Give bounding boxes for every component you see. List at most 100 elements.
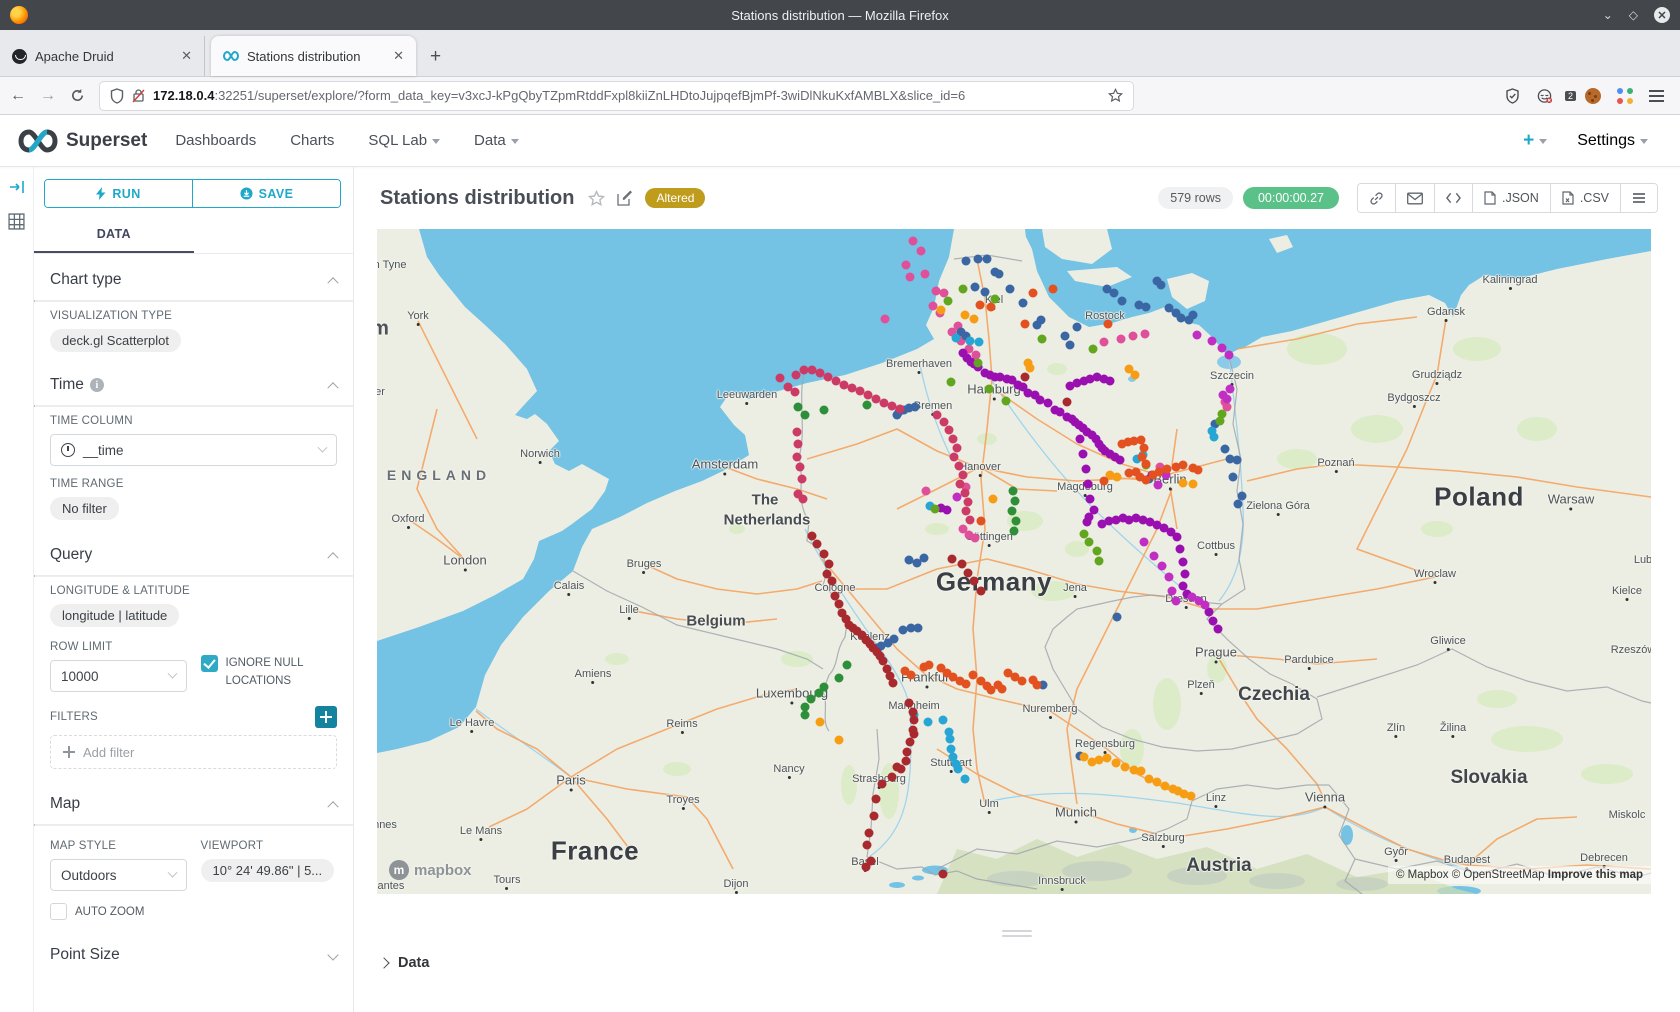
window-maximize-icon[interactable]: ◇ [1629,9,1638,21]
station-dot[interactable] [1100,477,1109,486]
station-dot[interactable] [1084,480,1093,489]
station-dot[interactable] [989,495,998,504]
station-dot[interactable] [952,334,961,343]
station-dot[interactable] [924,718,933,727]
station-dot[interactable] [913,559,922,568]
station-dot[interactable] [922,487,931,496]
station-dot[interactable] [1179,479,1188,488]
station-dot[interactable] [870,812,879,821]
station-dot[interactable] [1216,417,1225,426]
station-dot[interactable] [1083,518,1092,527]
lonlat-pill[interactable]: longitude | latitude [50,604,179,627]
station-dot[interactable] [945,426,954,435]
station-dot[interactable] [1033,681,1042,690]
station-dot[interactable] [843,661,852,670]
station-dot[interactable] [956,480,965,489]
window-minimize-icon[interactable]: ⌄ [1603,9,1613,21]
shield-permissions-icon[interactable] [110,88,124,104]
station-dot[interactable] [1131,371,1140,380]
station-dot[interactable] [971,283,980,292]
add-filter-plus-button[interactable] [315,706,337,728]
station-dot[interactable] [971,534,980,543]
station-dot[interactable] [944,297,953,306]
station-dot[interactable] [1226,385,1235,394]
station-dot[interactable] [889,679,898,688]
station-dot[interactable] [888,773,897,782]
station-dot[interactable] [958,560,967,569]
station-dot[interactable] [1061,332,1070,341]
station-dot[interactable] [943,506,952,515]
station-dot[interactable] [1110,289,1119,298]
improve-map-link[interactable]: Improve this map [1548,869,1643,881]
station-dot[interactable] [1112,759,1121,768]
station-dot[interactable] [1010,527,1019,536]
station-dot[interactable] [981,288,990,297]
back-icon[interactable]: ← [10,87,26,105]
station-dot[interactable] [950,453,959,462]
station-dot[interactable] [1189,480,1198,489]
station-dot[interactable] [865,829,874,838]
nav-sql-lab[interactable]: SQL Lab [368,132,440,149]
bookmark-star-icon[interactable] [1108,88,1123,103]
dataset-grid-icon[interactable] [8,213,25,230]
station-dot[interactable] [835,674,844,683]
station-dot[interactable] [1019,299,1028,308]
station-dot[interactable] [959,471,968,480]
section-map[interactable]: Map [34,769,353,824]
station-dot[interactable] [1179,558,1188,567]
station-dot[interactable] [1021,373,1030,382]
station-dot[interactable] [962,507,971,516]
edit-icon[interactable] [617,190,633,206]
station-dot[interactable] [1089,345,1098,354]
station-dot[interactable] [1210,433,1219,442]
section-chart-type[interactable]: Chart type [34,254,353,300]
viz-type-pill[interactable]: deck.gl Scatterplot [50,329,181,352]
station-dot[interactable] [1165,573,1174,582]
station-dot[interactable] [1187,792,1196,801]
station-dot[interactable] [911,403,920,412]
station-dot[interactable] [953,493,962,502]
row-limit-select[interactable]: 10000 [50,660,187,692]
protections-shield-icon[interactable] [1505,88,1520,104]
url-text[interactable]: 172.18.0.4:32251/superset/explore/?form_… [153,88,1100,103]
viewport-pill[interactable]: 10° 24' 49.86" | 5... [201,859,335,882]
station-dot[interactable] [948,555,957,564]
station-dot[interactable] [954,765,963,774]
station-dot[interactable] [1049,285,1058,294]
station-dot[interactable] [961,489,970,498]
station-dot[interactable] [1006,285,1015,294]
tab-close-icon[interactable]: ✕ [181,48,192,64]
station-dot[interactable] [1011,497,1020,506]
ignore-null-checkbox[interactable] [201,655,218,672]
nav-data[interactable]: Data [474,132,519,149]
station-dot[interactable] [985,385,994,394]
station-dot[interactable] [917,247,926,256]
station-dot[interactable] [949,435,958,444]
station-dot[interactable] [1125,469,1134,478]
station-dot[interactable] [1118,297,1127,306]
station-dot[interactable] [1113,473,1122,482]
time-range-pill[interactable]: No filter [50,497,119,520]
station-dot[interactable] [835,736,844,745]
map-attribution[interactable]: © Mapbox © OpenStreetMap Improve this ma… [1388,866,1651,884]
station-dot[interactable] [798,475,807,484]
station-dot[interactable] [1129,332,1138,341]
station-dot[interactable] [1234,500,1243,509]
station-dot[interactable] [872,795,881,804]
station-dot[interactable] [976,301,985,310]
station-dot[interactable] [937,306,946,315]
station-dot[interactable] [1193,331,1202,340]
station-dot[interactable] [1150,552,1159,561]
reload-icon[interactable] [70,88,85,103]
station-dot[interactable] [1073,323,1082,332]
station-dot[interactable] [966,516,975,525]
station-dot[interactable] [906,738,915,747]
station-dot[interactable] [1002,397,1011,406]
station-dot[interactable] [1063,398,1072,407]
station-dot[interactable] [1029,289,1038,298]
download-csv-button[interactable]: .CSV [1550,184,1620,212]
embed-code-button[interactable] [1434,184,1472,212]
station-dot[interactable] [1163,465,1172,474]
run-button[interactable]: RUN [45,180,192,207]
station-dot[interactable] [961,775,970,784]
